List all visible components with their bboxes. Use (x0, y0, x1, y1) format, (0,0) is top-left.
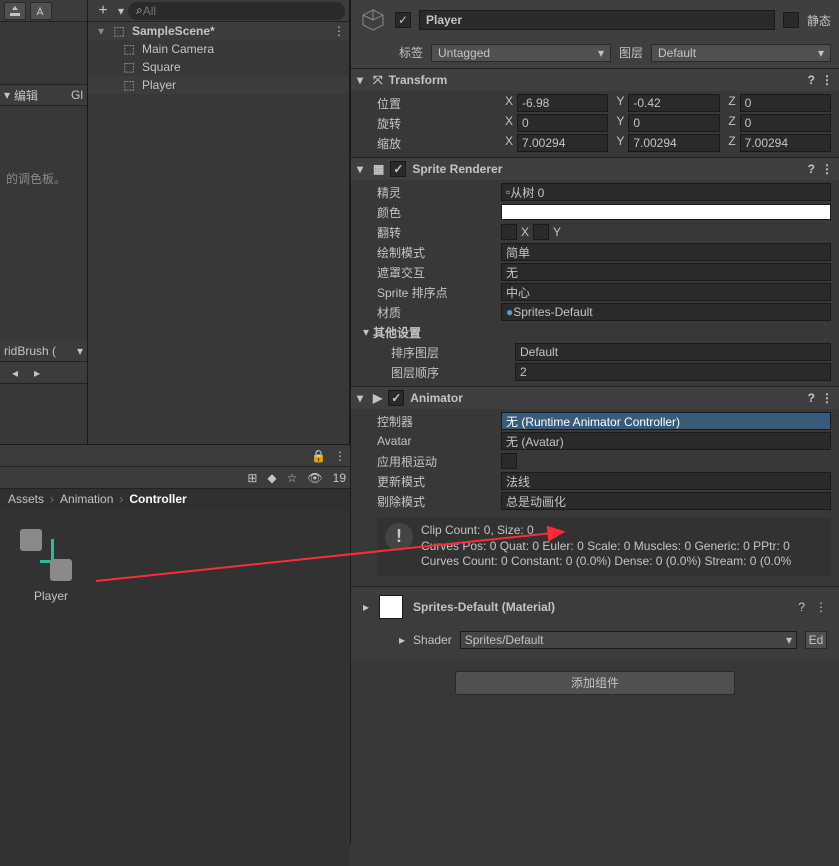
scene-row[interactable]: ▾ ⬚ SampleScene* ⋮ (88, 22, 349, 40)
scene-menu-icon[interactable]: ⋮ (333, 24, 345, 38)
menu-icon[interactable]: ⋮ (821, 73, 833, 87)
animator-controller-asset[interactable]: Player (16, 525, 86, 603)
sprite-field[interactable]: ▫从树 0 (501, 183, 831, 201)
active-checkbox[interactable]: ✓ (395, 12, 411, 28)
foldout-icon[interactable]: ▸ (363, 600, 369, 614)
flip-y-checkbox[interactable] (533, 224, 549, 240)
static-label: 静态 (807, 12, 831, 29)
tool-button-1[interactable] (4, 2, 26, 20)
info-icon: ! (385, 523, 413, 551)
gameobject-name-input[interactable] (419, 10, 775, 30)
menu-icon[interactable]: ⋮ (334, 449, 346, 463)
animator-header[interactable]: ▾ ▶ ✓ Animator ? ⋮ (351, 387, 839, 409)
edit-shader-button[interactable]: Ed (805, 631, 827, 649)
menu-icon[interactable]: ⋮ (815, 600, 827, 614)
grid-brush-label: ridBrush ( (4, 344, 56, 358)
sprite-renderer-header[interactable]: ▾ ▦ ✓ Sprite Renderer ? ⋮ (351, 158, 839, 180)
dropdown-icon[interactable]: ▾ (118, 4, 124, 18)
gameobject-icon (359, 6, 387, 34)
eye-count: 19 (333, 471, 346, 485)
pos-z-input[interactable]: 0 (740, 94, 831, 112)
animator-icon: ▶ (373, 391, 382, 405)
draw-mode-dropdown[interactable]: 简单 (501, 243, 831, 261)
foldout-icon[interactable]: ▾ (96, 24, 106, 38)
foldout-icon[interactable]: ▸ (399, 633, 405, 647)
sort-point-dropdown[interactable]: 中心 (501, 283, 831, 301)
star-icon[interactable]: ☆ (287, 471, 298, 485)
filter-icon[interactable]: ⊞ (247, 471, 257, 485)
foldout-icon[interactable]: ▾ (357, 73, 367, 87)
pos-y-input[interactable]: -0.42 (628, 94, 719, 112)
unity-icon: ⬚ (112, 24, 126, 38)
menu-icon[interactable]: ⋮ (821, 162, 833, 176)
menu-icon[interactable]: ⋮ (821, 391, 833, 405)
hierarchy-item-selected[interactable]: ⬚Player (88, 76, 349, 94)
update-mode-dropdown[interactable]: 法线 (501, 472, 831, 490)
prev-icon[interactable]: ◂ (4, 364, 26, 382)
animator-info-box: ! Clip Count: 0, Size: 0 Curves Pos: 0 Q… (377, 517, 831, 576)
gl-label: Gl (71, 88, 83, 102)
static-checkbox[interactable] (783, 12, 799, 28)
pos-x-input[interactable]: -6.98 (517, 94, 608, 112)
help-icon[interactable]: ? (808, 73, 815, 87)
scene-name: SampleScene* (132, 24, 215, 38)
culling-mode-dropdown[interactable]: 总是动画化 (501, 492, 831, 510)
scale-y-input[interactable]: 7.00294 (628, 134, 719, 152)
add-component-button[interactable]: 添加组件 (455, 671, 735, 695)
breadcrumb[interactable]: Assets› Animation› Controller (0, 489, 350, 509)
tag-label: 标签 (399, 44, 423, 62)
material-field[interactable]: ●Sprites-Default (501, 303, 831, 321)
layer-dropdown[interactable]: Default▾ (651, 44, 831, 62)
gameobject-icon: ⬚ (122, 60, 136, 74)
scale-z-input[interactable]: 7.00294 (740, 134, 831, 152)
label-icon[interactable]: ◆ (267, 471, 276, 485)
help-icon[interactable]: ? (808, 391, 815, 405)
help-icon[interactable]: ? (808, 162, 815, 176)
foldout-icon[interactable]: ▾ (363, 325, 369, 339)
component-enable-checkbox[interactable]: ✓ (388, 390, 404, 406)
foldout-icon[interactable]: ▾ (357, 162, 367, 176)
component-enable-checkbox[interactable]: ✓ (390, 161, 406, 177)
sprite-renderer-icon: ▦ (373, 162, 384, 176)
avatar-field[interactable]: 无 (Avatar) (501, 432, 831, 450)
rot-x-input[interactable]: 0 (517, 114, 608, 132)
tag-dropdown[interactable]: Untagged▾ (431, 44, 611, 62)
order-input[interactable]: 2 (515, 363, 831, 381)
create-button[interactable]: + (92, 2, 114, 20)
layer-label: 图层 (619, 44, 643, 62)
scale-x-input[interactable]: 7.00294 (517, 134, 608, 152)
color-field[interactable] (501, 204, 831, 220)
tool-button-2[interactable] (30, 2, 52, 20)
animator-controller-field[interactable]: 无 (Runtime Animator Controller) (501, 412, 831, 430)
shader-dropdown[interactable]: Sprites/Default▾ (460, 631, 797, 649)
gameobject-icon: ⬚ (122, 78, 136, 92)
mask-dropdown[interactable]: 无 (501, 263, 831, 281)
rot-z-input[interactable]: 0 (740, 114, 831, 132)
root-motion-checkbox[interactable] (501, 453, 517, 469)
hierarchy-search-input[interactable] (143, 4, 337, 18)
sorting-layer-dropdown[interactable]: Default (515, 343, 831, 361)
rot-y-input[interactable]: 0 (628, 114, 719, 132)
lock-icon[interactable]: 🔒 (311, 449, 326, 463)
foldout-icon[interactable]: ▾ (357, 391, 367, 405)
material-header[interactable]: ▸ Sprites-Default (Material) ? ⋮ (351, 587, 839, 627)
next-icon[interactable]: ▸ (26, 364, 48, 382)
transform-icon: ⤧ (373, 73, 383, 88)
material-preview-icon (379, 595, 403, 619)
palette-message: 的调色板。 (0, 106, 87, 251)
hierarchy-item[interactable]: ⬚Main Camera (88, 40, 349, 58)
dropdown-icon[interactable]: ▾ (4, 88, 10, 102)
hierarchy-item[interactable]: ⬚Square (88, 58, 349, 76)
eye-icon[interactable]: 👁 (307, 471, 322, 485)
help-icon[interactable]: ? (798, 600, 805, 614)
gameobject-icon: ⬚ (122, 42, 136, 56)
edit-tab[interactable]: 编辑 (14, 87, 38, 104)
transform-header[interactable]: ▾ ⤧ Transform ? ⋮ (351, 69, 839, 91)
flip-x-checkbox[interactable] (501, 224, 517, 240)
search-icon: ⌕ (136, 3, 143, 18)
